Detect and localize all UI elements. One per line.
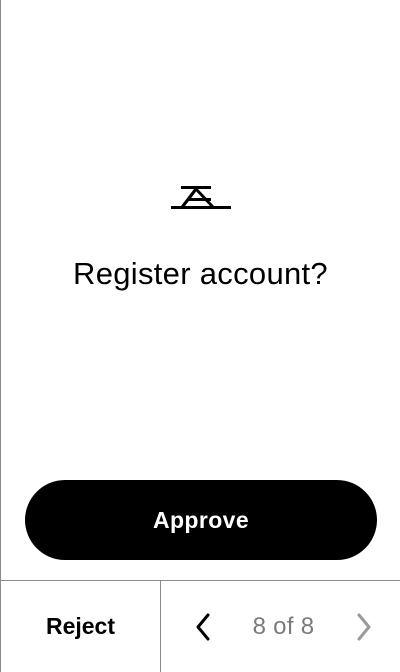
chevron-right-icon — [357, 613, 371, 640]
footer-bar: Reject 8 of 8 — [1, 580, 400, 672]
chevron-left-icon — [196, 613, 210, 640]
next-page-button[interactable] — [350, 609, 378, 645]
previous-page-button[interactable] — [189, 609, 217, 645]
reject-button[interactable]: Reject — [1, 581, 161, 672]
pager: 8 of 8 — [161, 581, 400, 672]
logo-icon — [171, 186, 231, 209]
page-indicator: 8 of 8 — [252, 612, 315, 640]
approve-button[interactable]: Approve — [25, 480, 377, 560]
device-screen: Register account? Approve Reject 8 of 8 — [0, 0, 400, 672]
prompt-title: Register account? — [73, 256, 328, 291]
